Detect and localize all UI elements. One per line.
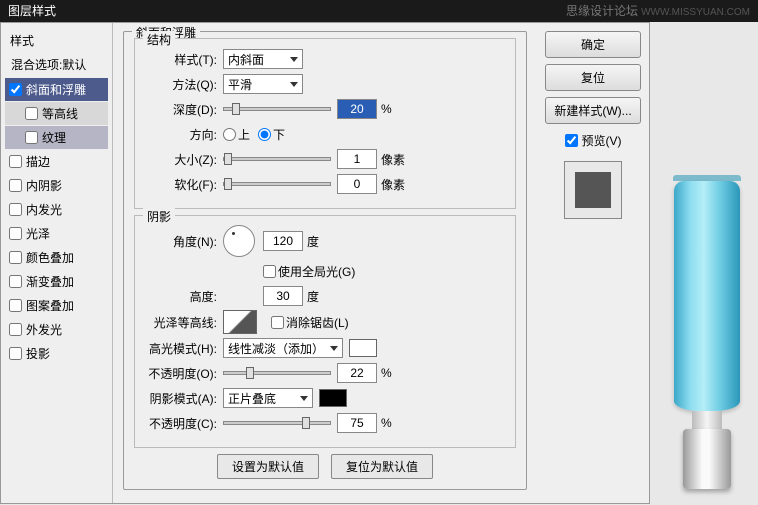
chevron-down-icon bbox=[300, 396, 308, 401]
shade-legend: 阴影 bbox=[143, 208, 175, 225]
shadow-color[interactable] bbox=[319, 389, 347, 407]
sidebar-item-4[interactable]: 内阴影 bbox=[5, 174, 108, 197]
angle-widget[interactable] bbox=[223, 225, 255, 257]
sidebar-checkbox[interactable] bbox=[9, 275, 22, 288]
shadow-opacity-label: 不透明度(C): bbox=[145, 415, 223, 432]
size-slider[interactable] bbox=[223, 157, 331, 161]
style-sidebar: 样式 混合选项:默认 斜面和浮雕等高线纹理描边内阴影内发光光泽颜色叠加渐变叠加图… bbox=[1, 23, 113, 503]
sidebar-item-6[interactable]: 光泽 bbox=[5, 222, 108, 245]
highlight-mode-dropdown[interactable]: 线性减淡（添加） bbox=[223, 338, 343, 358]
sidebar-checkbox[interactable] bbox=[25, 107, 38, 120]
sidebar-item-2[interactable]: 纹理 bbox=[5, 126, 108, 149]
soften-input[interactable]: 0 bbox=[337, 174, 377, 194]
sidebar-item-3[interactable]: 描边 bbox=[5, 150, 108, 173]
set-default-button[interactable]: 设置为默认值 bbox=[217, 454, 319, 479]
sidebar-item-8[interactable]: 渐变叠加 bbox=[5, 270, 108, 293]
antialias-checkbox[interactable]: 消除锯齿(L) bbox=[271, 314, 349, 331]
highlight-mode-label: 高光模式(H): bbox=[145, 340, 223, 357]
sidebar-item-label: 内发光 bbox=[26, 201, 62, 218]
content-panel: 斜面和浮雕 结构 样式(T): 内斜面 方法(Q): 平滑 深度(D): 20 … bbox=[113, 23, 537, 503]
shadow-opacity-slider[interactable] bbox=[223, 421, 331, 425]
soften-slider[interactable] bbox=[223, 182, 331, 186]
highlight-color[interactable] bbox=[349, 339, 377, 357]
sidebar-item-11[interactable]: 投影 bbox=[5, 342, 108, 365]
structure-fieldset: 结构 样式(T): 内斜面 方法(Q): 平滑 深度(D): 20 % 方向: bbox=[134, 38, 516, 209]
soften-label: 软化(F): bbox=[145, 176, 223, 193]
style-dropdown[interactable]: 内斜面 bbox=[223, 49, 303, 69]
sidebar-checkbox[interactable] bbox=[9, 155, 22, 168]
sidebar-checkbox[interactable] bbox=[25, 131, 38, 144]
sidebar-item-7[interactable]: 颜色叠加 bbox=[5, 246, 108, 269]
sidebar-checkbox[interactable] bbox=[9, 323, 22, 336]
sidebar-checkbox[interactable] bbox=[9, 251, 22, 264]
sidebar-item-label: 外发光 bbox=[26, 321, 62, 338]
sidebar-item-label: 纹理 bbox=[42, 129, 66, 146]
sidebar-item-label: 颜色叠加 bbox=[26, 249, 74, 266]
sidebar-checkbox[interactable] bbox=[9, 203, 22, 216]
direction-label: 方向: bbox=[145, 126, 223, 143]
shading-fieldset: 阴影 角度(N): 120 度 使用全局光(G) 高度: 30 度 bbox=[134, 215, 516, 448]
size-label: 大小(Z): bbox=[145, 151, 223, 168]
sidebar-item-0[interactable]: 斜面和浮雕 bbox=[5, 78, 108, 101]
blend-options[interactable]: 混合选项:默认 bbox=[5, 52, 108, 77]
sidebar-item-9[interactable]: 图案叠加 bbox=[5, 294, 108, 317]
dialog-title: 图层样式 bbox=[8, 4, 56, 18]
shadow-mode-dropdown[interactable]: 正片叠底 bbox=[223, 388, 313, 408]
sidebar-item-label: 斜面和浮雕 bbox=[26, 81, 86, 98]
canvas-tube bbox=[664, 175, 750, 495]
angle-input[interactable]: 120 bbox=[263, 231, 303, 251]
cancel-button[interactable]: 复位 bbox=[545, 64, 641, 91]
sidebar-item-label: 图案叠加 bbox=[26, 297, 74, 314]
sidebar-item-label: 投影 bbox=[26, 345, 50, 362]
direction-down[interactable]: 下 bbox=[258, 126, 285, 143]
right-panel: 确定 复位 新建样式(W)... 预览(V) bbox=[537, 23, 649, 503]
ok-button[interactable]: 确定 bbox=[545, 31, 641, 58]
sidebar-item-label: 等高线 bbox=[42, 105, 78, 122]
sidebar-item-1[interactable]: 等高线 bbox=[5, 102, 108, 125]
highlight-opacity-slider[interactable] bbox=[223, 371, 331, 375]
sidebar-checkbox[interactable] bbox=[9, 299, 22, 312]
size-input[interactable]: 1 bbox=[337, 149, 377, 169]
chevron-down-icon bbox=[290, 57, 298, 62]
layer-style-dialog: 样式 混合选项:默认 斜面和浮雕等高线纹理描边内阴影内发光光泽颜色叠加渐变叠加图… bbox=[0, 22, 650, 504]
preview-box bbox=[564, 161, 622, 219]
depth-input[interactable]: 20 bbox=[337, 99, 377, 119]
gloss-label: 光泽等高线: bbox=[145, 314, 223, 331]
sidebar-item-label: 描边 bbox=[26, 153, 50, 170]
sidebar-checkbox[interactable] bbox=[9, 227, 22, 240]
preview-checkbox[interactable]: 预览(V) bbox=[545, 132, 641, 149]
chevron-down-icon bbox=[330, 346, 338, 351]
direction-up[interactable]: 上 bbox=[223, 126, 250, 143]
sidebar-checkbox[interactable] bbox=[9, 347, 22, 360]
method-dropdown[interactable]: 平滑 bbox=[223, 74, 303, 94]
depth-slider[interactable] bbox=[223, 107, 331, 111]
titlebar: 图层样式 思缘设计论坛 WWW.MISSYUAN.COM bbox=[0, 0, 758, 22]
sidebar-item-10[interactable]: 外发光 bbox=[5, 318, 108, 341]
sidebar-checkbox[interactable] bbox=[9, 179, 22, 192]
highlight-opacity-label: 不透明度(O): bbox=[145, 365, 223, 382]
angle-label: 角度(N): bbox=[145, 233, 223, 250]
shadow-mode-label: 阴影模式(A): bbox=[145, 390, 223, 407]
altitude-label: 高度: bbox=[145, 288, 223, 305]
sidebar-item-label: 光泽 bbox=[26, 225, 50, 242]
bevel-fieldset: 斜面和浮雕 结构 样式(T): 内斜面 方法(Q): 平滑 深度(D): 20 … bbox=[123, 31, 527, 490]
method-label: 方法(Q): bbox=[145, 76, 223, 93]
depth-label: 深度(D): bbox=[145, 101, 223, 118]
altitude-input[interactable]: 30 bbox=[263, 286, 303, 306]
style-label: 样式(T): bbox=[145, 51, 223, 68]
sidebar-item-5[interactable]: 内发光 bbox=[5, 198, 108, 221]
struct-legend: 结构 bbox=[143, 31, 175, 48]
new-style-button[interactable]: 新建样式(W)... bbox=[545, 97, 641, 124]
sidebar-checkbox[interactable] bbox=[9, 83, 22, 96]
sidebar-item-label: 渐变叠加 bbox=[26, 273, 74, 290]
highlight-opacity-input[interactable]: 22 bbox=[337, 363, 377, 383]
chevron-down-icon bbox=[290, 82, 298, 87]
global-light-checkbox[interactable]: 使用全局光(G) bbox=[263, 263, 355, 280]
reset-default-button[interactable]: 复位为默认值 bbox=[331, 454, 433, 479]
gloss-contour[interactable] bbox=[223, 310, 257, 334]
sidebar-header: 样式 bbox=[5, 29, 108, 52]
shadow-opacity-input[interactable]: 75 bbox=[337, 413, 377, 433]
sidebar-item-label: 内阴影 bbox=[26, 177, 62, 194]
watermark: 思缘设计论坛 WWW.MISSYUAN.COM bbox=[566, 0, 750, 24]
